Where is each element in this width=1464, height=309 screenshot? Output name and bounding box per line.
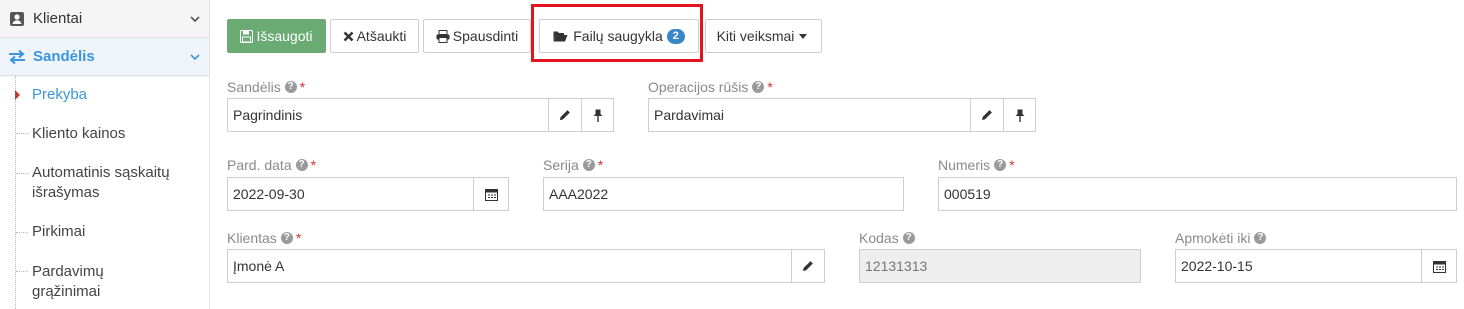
tree-line: [15, 76, 16, 309]
operation-type-label-text: Operacijos rūšis: [648, 79, 749, 95]
contact-card-icon: [8, 10, 26, 28]
pay-until-field[interactable]: 2022-10-15: [1175, 249, 1422, 283]
sale-date-label: Pard. data ? *: [227, 156, 316, 174]
pin-icon: [1015, 109, 1024, 122]
sidebar-item-sales-returns[interactable]: Pardavimų grąžinimai: [32, 262, 132, 302]
help-icon[interactable]: ?: [994, 159, 1007, 171]
required-marker: *: [767, 79, 773, 95]
required-marker: *: [1009, 157, 1015, 173]
folder-open-icon: [553, 31, 568, 42]
operation-type-label: Operacijos rūšis ? *: [648, 78, 773, 96]
client-label-text: Klientas: [227, 230, 277, 246]
more-actions-label: Kiti veiksmai: [716, 28, 795, 44]
required-marker: *: [597, 157, 604, 173]
number-label-text: Numeris: [938, 157, 991, 173]
operation-type-field[interactable]: Pardavimai: [648, 98, 971, 132]
series-label-text: Serija: [543, 157, 579, 173]
number-label: Numeris ? *: [938, 156, 1015, 174]
transfer-arrows-icon: [8, 48, 26, 66]
print-button[interactable]: Spausdinti: [423, 19, 531, 53]
sidebar: Klientai Sandėlis Prekyba Kliento kainos…: [0, 0, 210, 309]
sidebar-item-client-prices[interactable]: Kliento kainos: [32, 124, 202, 144]
chevron-down-icon: [189, 50, 201, 62]
code-label: Kodas ?: [859, 229, 915, 247]
pay-until-label: Apmokėti iki ?: [1175, 229, 1267, 247]
cancel-button[interactable]: Atšaukti: [330, 19, 419, 53]
number-field[interactable]: 000519: [938, 177, 1457, 211]
warehouse-label-text: Sandėlis: [227, 79, 281, 95]
pin-operation-type-button[interactable]: [1003, 98, 1036, 132]
sidebar-item-auto-invoicing[interactable]: Automatinis sąskaitų išrašymas: [32, 163, 197, 203]
tree-branch: [16, 173, 28, 174]
help-icon[interactable]: ?: [902, 232, 915, 244]
client-label: Klientas ? *: [227, 229, 301, 247]
file-storage-label: Failų saugykla: [573, 28, 663, 44]
series-field[interactable]: AAA2022: [543, 177, 904, 211]
edit-operation-type-button[interactable]: [970, 98, 1004, 132]
pay-until-calendar-button[interactable]: [1421, 249, 1457, 283]
save-label: Išsaugoti: [256, 28, 313, 44]
sidebar-section-label: Klientai: [33, 10, 83, 27]
warehouse-label: Sandėlis ? *: [227, 78, 305, 96]
code-label-text: Kodas: [859, 230, 899, 246]
sale-date-field[interactable]: 2022-09-30: [227, 177, 474, 211]
help-icon[interactable]: ?: [1254, 232, 1267, 244]
help-icon[interactable]: ?: [295, 159, 308, 171]
more-actions-dropdown[interactable]: Kiti veiksmai: [705, 19, 822, 53]
calendar-icon: [484, 188, 498, 201]
floppy-disk-icon: [240, 29, 254, 43]
help-icon[interactable]: ?: [752, 81, 765, 93]
pencil-icon: [803, 261, 813, 271]
caret-down-icon: [799, 33, 808, 39]
cancel-label: Atšaukti: [356, 28, 407, 44]
required-marker: *: [299, 79, 306, 95]
close-icon: [343, 31, 353, 41]
save-button[interactable]: Išsaugoti: [227, 19, 326, 53]
caret-right-icon: [15, 90, 20, 100]
pin-icon: [593, 109, 602, 122]
printer-icon: [436, 29, 450, 43]
edit-warehouse-button[interactable]: [548, 98, 582, 132]
help-icon[interactable]: ?: [280, 232, 293, 244]
edit-client-button[interactable]: [791, 249, 825, 283]
sidebar-section-label: Sandėlis: [33, 48, 95, 65]
pay-until-label-text: Apmokėti iki: [1175, 230, 1251, 246]
pencil-icon: [560, 110, 570, 120]
client-field[interactable]: Įmonė A: [227, 249, 792, 283]
series-label: Serija ? *: [543, 156, 603, 174]
sale-date-label-text: Pard. data: [227, 157, 292, 173]
chevron-down-icon: [189, 12, 201, 24]
tree-branch: [16, 271, 28, 272]
tree-branch: [16, 232, 28, 233]
pin-warehouse-button[interactable]: [581, 98, 614, 132]
pencil-icon: [982, 110, 992, 120]
file-count-badge: 2: [666, 28, 685, 44]
required-marker: *: [295, 230, 302, 246]
sidebar-section-warehouse[interactable]: Sandėlis: [0, 38, 209, 76]
print-label: Spausdinti: [452, 28, 519, 44]
code-field: 12131313: [859, 249, 1141, 283]
sale-date-calendar-button[interactable]: [473, 177, 509, 211]
calendar-icon: [1432, 260, 1446, 273]
help-icon[interactable]: ?: [284, 81, 297, 93]
sidebar-item-purchases[interactable]: Pirkimai: [32, 222, 202, 242]
warehouse-field[interactable]: Pagrindinis: [227, 98, 549, 132]
sidebar-section-clients[interactable]: Klientai: [0, 0, 209, 38]
required-marker: *: [310, 157, 317, 173]
sidebar-item-prekyba[interactable]: Prekyba: [32, 85, 202, 105]
file-storage-button[interactable]: Failų saugykla 2: [539, 19, 699, 53]
tree-branch: [16, 133, 28, 134]
help-icon[interactable]: ?: [582, 159, 595, 171]
